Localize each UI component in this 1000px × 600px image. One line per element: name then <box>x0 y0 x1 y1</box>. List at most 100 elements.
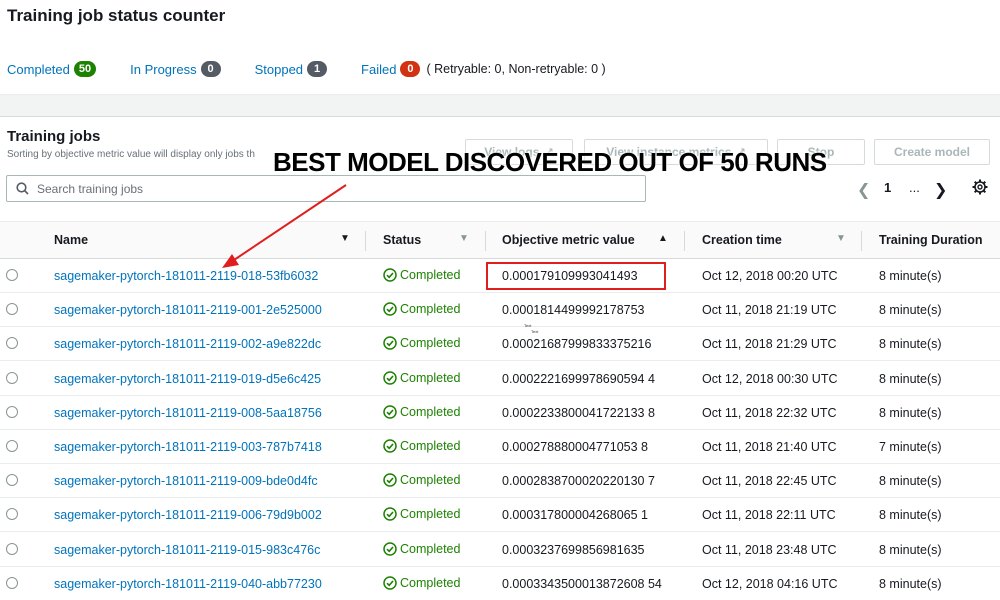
job-status: Completed <box>383 576 460 590</box>
job-name-link[interactable]: sagemaker-pytorch-181011-2119-002-a9e822… <box>54 337 321 351</box>
job-status-label: Completed <box>400 404 461 419</box>
creation-time: Oct 12, 2018 00:30 UTC <box>702 371 838 386</box>
training-duration: 8 minute(s) <box>879 542 942 557</box>
section-divider <box>0 95 1000 117</box>
table-row[interactable]: sagemaker-pytorch-181011-2119-009-bde0d4… <box>0 464 1000 499</box>
row-select-radio[interactable] <box>6 269 18 281</box>
chevron-left-icon[interactable]: ❮ <box>857 180 870 200</box>
column-divider <box>684 231 685 251</box>
table-row[interactable]: sagemaker-pytorch-181011-2119-015-983c47… <box>0 533 1000 567</box>
search-input[interactable] <box>37 181 617 196</box>
row-select-radio[interactable] <box>6 474 18 487</box>
counter-completed-badge: 50 <box>73 61 97 77</box>
check-circle-icon <box>383 576 397 590</box>
column-header-creation-time[interactable]: Creation time <box>702 233 782 247</box>
table-row[interactable]: sagemaker-pytorch-181011-2119-008-5aa187… <box>0 396 1000 430</box>
chevron-right-icon[interactable]: ❯ <box>934 180 947 200</box>
check-circle-icon <box>383 302 397 316</box>
counter-failed-label[interactable]: Failed <box>361 62 396 77</box>
check-circle-icon <box>383 541 397 556</box>
job-status-label: Completed <box>400 439 461 453</box>
pager-ellipsis: ... <box>909 180 920 195</box>
row-select-radio[interactable] <box>6 542 18 555</box>
table-row[interactable]: sagemaker-pytorch-181011-2119-001-2e5250… <box>0 293 1000 328</box>
creation-time: Oct 11, 2018 22:32 UTC <box>702 405 837 420</box>
objective-metric-value: 0.0003237699856981635 <box>502 542 645 557</box>
job-status: Completed <box>383 473 460 487</box>
job-name-link[interactable]: sagemaker-pytorch-181011-2119-015-983c47… <box>54 543 320 557</box>
creation-time: Oct 11, 2018 22:11 UTC <box>702 508 836 523</box>
creation-time: Oct 11, 2018 22:45 UTC <box>702 474 837 489</box>
job-name-link[interactable]: sagemaker-pytorch-181011-2119-019-d5e6c4… <box>54 372 321 386</box>
annotation-artifact-text: Text <box>524 323 532 328</box>
row-select-radio[interactable] <box>6 303 18 316</box>
sort-descending-icon[interactable]: ▼ <box>836 233 846 244</box>
objective-metric-value: 0.0002221699978690594 4 <box>502 371 655 386</box>
counter-completed-label[interactable]: Completed <box>7 62 70 77</box>
creation-time: Oct 12, 2018 04:16 UTC <box>702 576 838 591</box>
objective-metric-value: 0.0003343500013872608 54 <box>502 576 662 591</box>
column-header-name[interactable]: Name <box>54 233 88 247</box>
counter-in-progress-label[interactable]: In Progress <box>130 62 196 77</box>
check-circle-icon <box>383 370 397 385</box>
training-duration: 8 minute(s) <box>879 303 942 318</box>
table-row[interactable]: sagemaker-pytorch-181011-2119-002-a9e822… <box>0 327 1000 362</box>
sort-ascending-icon[interactable]: ▲ <box>658 233 668 244</box>
counter-in-progress-badge: 0 <box>200 61 221 77</box>
row-select-radio[interactable] <box>6 508 18 521</box>
row-select-radio[interactable] <box>6 371 18 384</box>
column-divider <box>485 231 486 251</box>
job-name-link[interactable]: sagemaker-pytorch-181011-2119-006-79d9b0… <box>54 508 322 522</box>
table-row[interactable]: sagemaker-pytorch-181011-2119-006-79d9b0… <box>0 498 1000 533</box>
gear-icon[interactable] <box>972 179 988 195</box>
counter-failed[interactable]: Failed 0 ( Retryable: 0, Non-retryable: … <box>361 61 606 77</box>
counter-stopped-badge: 1 <box>307 61 328 77</box>
counter-failed-badge: 0 <box>400 61 421 77</box>
table-row[interactable]: sagemaker-pytorch-181011-2119-040-abb772… <box>0 567 1000 600</box>
sort-descending-icon[interactable]: ▼ <box>459 233 469 244</box>
row-select-radio[interactable] <box>6 440 18 452</box>
row-select-radio[interactable] <box>6 337 18 350</box>
check-circle-icon <box>383 268 397 282</box>
objective-metric-value: 0.0002233800041722133 8 <box>502 405 655 420</box>
row-select-radio[interactable] <box>6 576 18 589</box>
objective-metric-value: 0.000317800004268065 1 <box>502 508 648 523</box>
counter-completed[interactable]: Completed 50 <box>7 61 97 77</box>
job-status-label: Completed <box>400 541 461 556</box>
training-duration: 7 minute(s) <box>879 440 942 454</box>
table-row[interactable]: sagemaker-pytorch-181011-2119-019-d5e6c4… <box>0 362 1000 396</box>
check-circle-icon <box>383 336 397 351</box>
column-header-objective-metric[interactable]: Objective metric value <box>502 233 635 247</box>
pager-current-page[interactable]: 1 <box>884 180 891 195</box>
job-status-label: Completed <box>400 370 461 385</box>
job-name-link[interactable]: sagemaker-pytorch-181011-2119-018-53fb60… <box>54 269 318 283</box>
counter-stopped[interactable]: Stopped 1 <box>255 61 328 77</box>
job-name-link[interactable]: sagemaker-pytorch-181011-2119-003-787b74… <box>54 440 322 454</box>
training-duration: 8 minute(s) <box>879 337 942 352</box>
counter-stopped-label[interactable]: Stopped <box>255 62 303 77</box>
search-box[interactable] <box>6 175 646 202</box>
counter-in-progress[interactable]: In Progress 0 <box>130 61 221 77</box>
job-status: Completed <box>383 405 460 419</box>
column-divider <box>365 231 366 251</box>
sort-descending-icon[interactable]: ▼ <box>340 233 350 244</box>
job-name-link[interactable]: sagemaker-pytorch-181011-2119-009-bde0d4… <box>54 474 318 488</box>
job-status: Completed <box>383 507 460 521</box>
table-row[interactable]: sagemaker-pytorch-181011-2119-003-787b74… <box>0 430 1000 464</box>
job-name-link[interactable]: sagemaker-pytorch-181011-2119-008-5aa187… <box>54 406 322 420</box>
column-header-status[interactable]: Status <box>383 233 421 247</box>
job-status: Completed <box>383 336 460 350</box>
column-header-training-duration[interactable]: Training Duration <box>879 233 982 247</box>
creation-time: Oct 12, 2018 00:20 UTC <box>702 269 838 283</box>
check-circle-icon <box>383 439 397 453</box>
job-status: Completed <box>383 439 460 453</box>
check-circle-icon <box>383 473 397 487</box>
creation-time: Oct 11, 2018 23:48 UTC <box>702 542 837 557</box>
create-model-button[interactable]: Create model <box>874 139 990 165</box>
job-status: Completed <box>383 542 460 556</box>
job-name-link[interactable]: sagemaker-pytorch-181011-2119-040-abb772… <box>54 577 322 591</box>
job-status-label: Completed <box>400 302 461 317</box>
row-select-radio[interactable] <box>6 405 18 418</box>
job-name-link[interactable]: sagemaker-pytorch-181011-2119-001-2e5250… <box>54 303 322 317</box>
training-duration: 8 minute(s) <box>879 474 942 489</box>
